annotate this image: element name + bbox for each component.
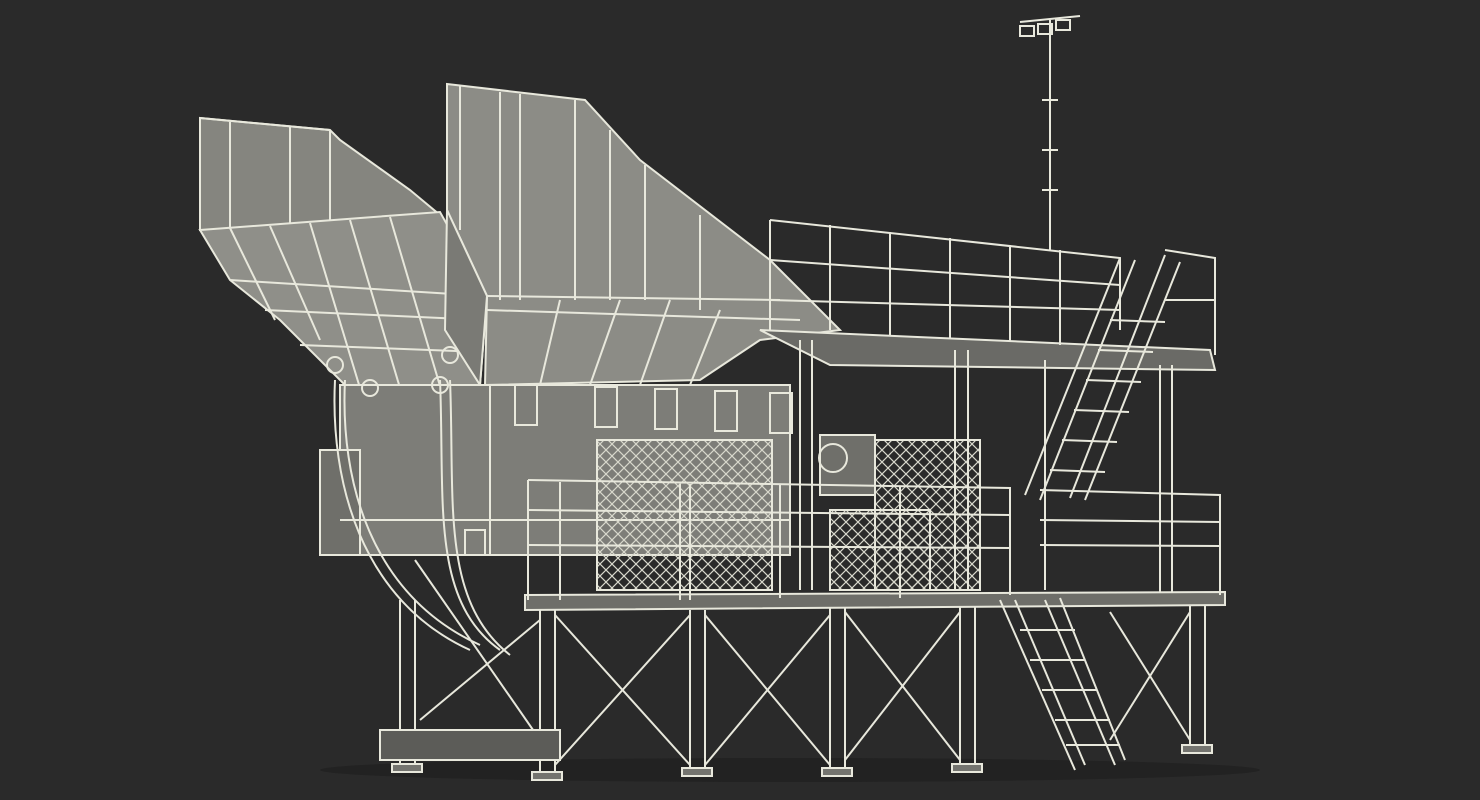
ground-shadow [320,758,1260,782]
viewport [0,0,1480,800]
light-mast [1019,15,1081,250]
stairs [999,254,1181,771]
upper-platform [759,219,1217,595]
wireframe-render [198,15,1260,782]
